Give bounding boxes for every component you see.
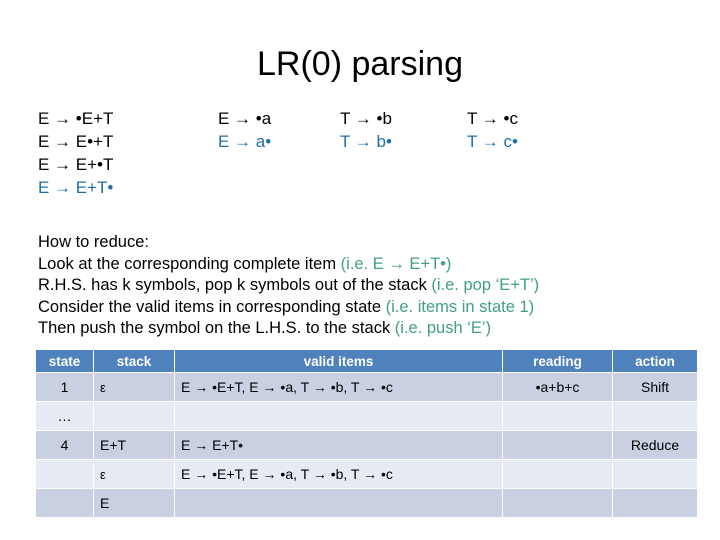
cell-action bbox=[613, 489, 697, 517]
column-header-stack: stack bbox=[94, 350, 174, 372]
how-to-reduce-block: How to reduce: Look at the corresponding… bbox=[38, 232, 688, 340]
cell-stack: E bbox=[94, 489, 174, 517]
column-header-action: action bbox=[613, 350, 697, 372]
lr0-items-grid: E → •E+T E → E•+T E → E+•T E → E+T• E → … bbox=[38, 107, 638, 199]
cell-reading bbox=[503, 431, 612, 459]
reduce-step-1: Look at the corresponding complete item … bbox=[38, 254, 688, 276]
items-column-2: E → •a E → a• bbox=[218, 107, 340, 199]
cell-reading bbox=[503, 402, 612, 430]
parse-trace-table: state stack valid items reading action 1… bbox=[35, 349, 698, 518]
item-e-e-plus-dot-t: E → E+•T bbox=[38, 155, 114, 174]
reduce-step-2-text: R.H.S. has k symbols, pop k symbols out … bbox=[38, 276, 432, 294]
cell-state: 1 bbox=[36, 373, 93, 401]
page-title: LR(0) parsing bbox=[257, 45, 463, 83]
cell-stack: ε bbox=[94, 460, 174, 488]
item-t-b-dot: T → b• bbox=[340, 132, 392, 151]
items-column-4: T → •c T → c• bbox=[467, 107, 607, 199]
cell-valid-items: E → •E+T, E → •a, T → •b, T → •c bbox=[175, 373, 502, 401]
reduce-step-3: Consider the valid items in correspondin… bbox=[38, 297, 688, 319]
cell-stack bbox=[94, 402, 174, 430]
cell-valid-items: E → •E+T, E → •a, T → •b, T → •c bbox=[175, 460, 502, 488]
item-e-e-dot-plus-t: E → E•+T bbox=[38, 132, 114, 151]
table-row: 4 E+T E → E+T• Reduce bbox=[36, 431, 697, 459]
table-row: … bbox=[36, 402, 697, 430]
reduce-step-4-note: (i.e. push ‘E’) bbox=[394, 319, 492, 337]
cell-action: Reduce bbox=[613, 431, 697, 459]
table-row: ε E → •E+T, E → •a, T → •b, T → •c bbox=[36, 460, 697, 488]
table-row: 1 ε E → •E+T, E → •a, T → •b, T → •c •a+… bbox=[36, 373, 697, 401]
reduce-step-1-text: Look at the corresponding complete item bbox=[38, 254, 341, 273]
cell-action: Shift bbox=[613, 373, 697, 401]
reduce-step-2-note: (i.e. pop ‘E+T’) bbox=[431, 276, 540, 294]
cell-state: … bbox=[36, 402, 93, 430]
item-e-e-plus-t-dot: E → E+T• bbox=[38, 178, 114, 197]
cell-action bbox=[613, 402, 697, 430]
reduce-step-4: Then push the symbol on the L.H.S. to th… bbox=[38, 318, 688, 340]
items-column-1: E → •E+T E → E•+T E → E+•T E → E+T• bbox=[38, 107, 218, 199]
table-row: E bbox=[36, 489, 697, 517]
cell-stack: ε bbox=[94, 373, 174, 401]
cell-state bbox=[36, 460, 93, 488]
items-column-3: T → •b T → b• bbox=[340, 107, 467, 199]
cell-valid-items bbox=[175, 402, 502, 430]
cell-reading bbox=[503, 460, 612, 488]
items-row: E → •E+T E → E•+T E → E+•T E → E+T• E → … bbox=[38, 107, 638, 199]
item-t-c-dot: T → c• bbox=[467, 132, 518, 151]
cell-reading: •a+b+c bbox=[503, 373, 612, 401]
item-e-a-dot: E → a• bbox=[218, 132, 272, 151]
reduce-step-3-note: (i.e. items in state 1) bbox=[385, 297, 535, 316]
cell-stack: E+T bbox=[94, 431, 174, 459]
reduce-step-1-note: (i.e. E → E+T•) bbox=[340, 254, 452, 273]
cell-valid-items bbox=[175, 489, 502, 517]
reduce-step-3-text: Consider the valid items in correspondin… bbox=[38, 297, 386, 316]
item-t-dot-b: T → •b bbox=[340, 109, 392, 128]
column-header-valid-items: valid items bbox=[175, 350, 502, 372]
cell-state bbox=[36, 489, 93, 517]
cell-state: 4 bbox=[36, 431, 93, 459]
cell-action bbox=[613, 460, 697, 488]
column-header-reading: reading bbox=[503, 350, 612, 372]
reduce-step-4-text: Then push the symbol on the L.H.S. to th… bbox=[38, 319, 395, 337]
item-e-dot-e-plus-t: E → •E+T bbox=[38, 109, 114, 128]
table-header-row: state stack valid items reading action bbox=[36, 350, 697, 372]
cell-valid-items: E → E+T• bbox=[175, 431, 502, 459]
how-to-reduce-heading: How to reduce: bbox=[38, 233, 149, 251]
item-e-dot-a: E → •a bbox=[218, 109, 272, 128]
item-t-dot-c: T → •c bbox=[467, 109, 518, 128]
cell-reading bbox=[503, 489, 612, 517]
reduce-step-2: R.H.S. has k symbols, pop k symbols out … bbox=[38, 275, 688, 297]
column-header-state: state bbox=[36, 350, 93, 372]
